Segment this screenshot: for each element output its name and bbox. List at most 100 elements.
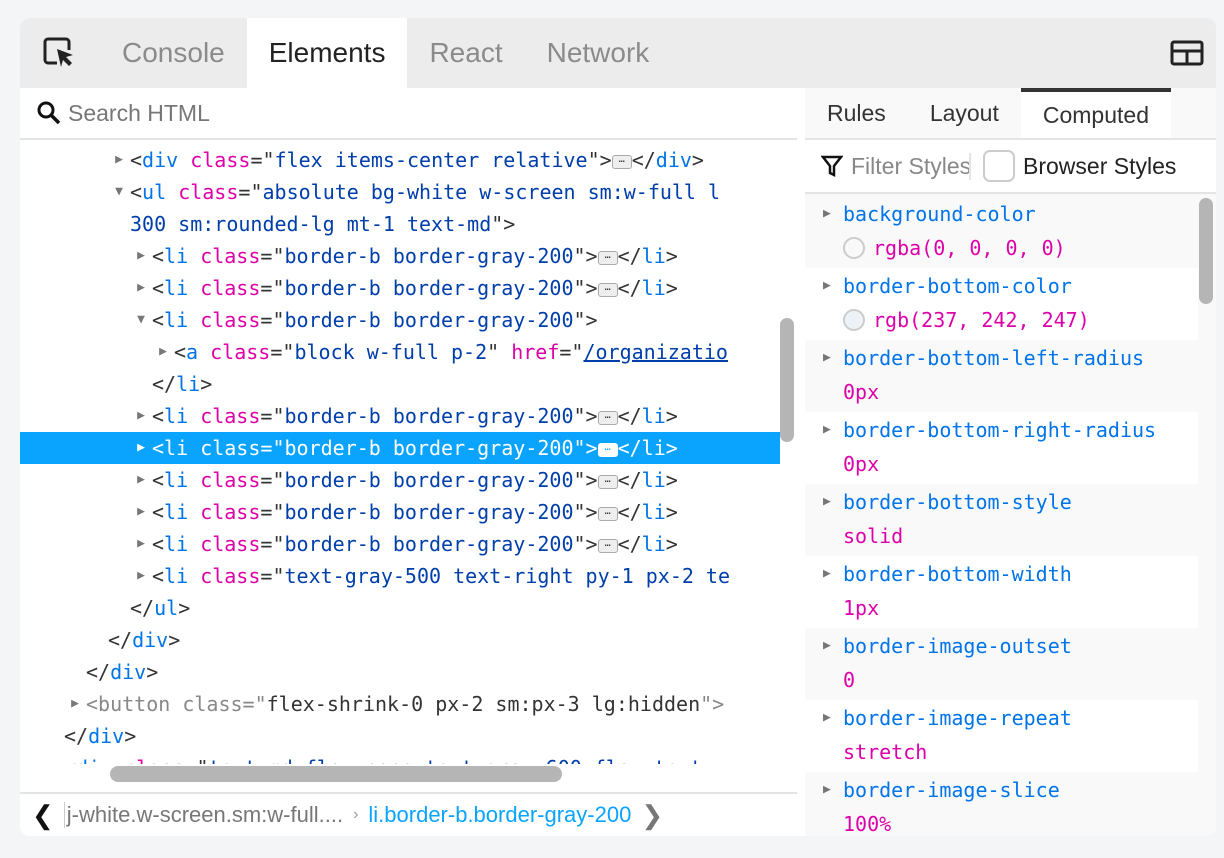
collapsed-children-badge[interactable]: …	[597, 506, 618, 521]
computed-property[interactable]: ▶ border-bottom-left-radius 0px	[805, 340, 1198, 412]
property-value-row: 0px	[843, 448, 1198, 480]
tab-network[interactable]: Network	[525, 18, 672, 88]
filter-styles-input[interactable]: Filter Styles	[851, 152, 971, 180]
expand-arrow-icon[interactable]: ▶	[823, 556, 831, 592]
computed-property[interactable]: ▶ border-image-repeat stretch	[805, 700, 1198, 772]
tree-node[interactable]: ▶ <a class="block w-full p-2" href="/orga…	[20, 336, 780, 368]
expand-arrow-icon[interactable]: ▶	[823, 340, 831, 376]
computed-property[interactable]: ▶ border-bottom-right-radius 0px	[805, 412, 1198, 484]
search-html-field[interactable]: Search HTML	[20, 88, 797, 140]
computed-property[interactable]: ▶ border-image-outset 0	[805, 628, 1198, 700]
tree-node[interactable]: </div>	[20, 720, 780, 752]
markup-token[interactable]: /organizatio	[583, 340, 728, 364]
collapsed-children-badge[interactable]: …	[597, 442, 618, 457]
tree-node[interactable]: ▶ <div class="flex items-center relative"…	[20, 144, 780, 176]
markup-token: 300 sm:rounded-lg mt-1 text-md	[130, 212, 492, 236]
expand-arrow-icon[interactable]: ▶	[134, 464, 148, 496]
tree-node[interactable]: </div>	[20, 624, 780, 656]
breadcrumb-item-current[interactable]: li.border-b.border-gray-200	[368, 802, 631, 828]
tree-node[interactable]: ▶ <li class="border-b border-gray-200">… <…	[20, 240, 780, 272]
color-swatch-icon[interactable]	[843, 309, 865, 331]
browser-styles-checkbox[interactable]	[983, 150, 1015, 182]
chevron-left-icon[interactable]: ❮	[32, 800, 54, 831]
markup-token	[166, 180, 178, 204]
expand-arrow-icon[interactable]: ▶	[134, 560, 148, 592]
tree-node[interactable]: ▶ <li class="border-b border-gray-200">… <…	[20, 496, 780, 528]
tree-node-selected[interactable]: ▶ <li class="border-b border-gray-200">… <…	[20, 432, 780, 464]
expand-arrow-icon[interactable]: ▶	[112, 144, 126, 176]
expand-arrow-icon[interactable]: ▶	[134, 400, 148, 432]
horizontal-scrollbar[interactable]	[110, 766, 562, 782]
tree-node[interactable]: ▶ <button class="flex-shrink-0 px-2 sm:px…	[20, 688, 780, 720]
expand-arrow-icon[interactable]: ▶	[134, 528, 148, 560]
tree-node[interactable]: ▶ <li class="border-b border-gray-200">… <…	[20, 528, 780, 560]
collapsed-children-badge[interactable]: …	[597, 410, 618, 425]
tree-node[interactable]: ▶ <div class="text-md flex-none text-gray…	[20, 752, 780, 764]
expand-arrow-icon[interactable]: ▶	[823, 196, 831, 232]
element-picker-button[interactable]	[20, 18, 100, 88]
expand-arrow-icon[interactable]: ▶	[156, 336, 170, 368]
expand-arrow-icon[interactable]: ▶	[134, 496, 148, 528]
tab-layout[interactable]: Layout	[908, 88, 1021, 138]
markup-token: </	[108, 628, 133, 652]
computed-property[interactable]: ▶ border-image-slice 100%	[805, 772, 1198, 836]
expand-arrow-icon[interactable]: ▶	[134, 272, 148, 304]
tree-node[interactable]: </ul>	[20, 592, 780, 624]
collapsed-children-badge[interactable]: …	[597, 250, 618, 265]
markup-token: border-b border-gray-200	[284, 468, 574, 492]
expand-arrow-icon[interactable]: ▶	[134, 432, 148, 464]
markup-token: div	[76, 756, 112, 764]
tab-react[interactable]: React	[407, 18, 524, 88]
markup-token: li	[164, 468, 189, 492]
tree-node[interactable]: ▼ <li class="border-b border-gray-200">	[20, 304, 780, 336]
collapse-arrow-icon[interactable]: ▼	[112, 176, 126, 208]
node-markup: <li class="border-b border-gray-200">… </…	[152, 496, 678, 528]
breadcrumb-item[interactable]: j-white.w-screen.sm:w-full....	[63, 802, 343, 828]
expand-arrow-icon[interactable]: ▶	[823, 412, 831, 448]
tree-node[interactable]: ▶ <li class="border-b border-gray-200">… <…	[20, 464, 780, 496]
collapsed-children-badge[interactable]: …	[597, 538, 618, 553]
layout-toggle-button[interactable]	[1170, 40, 1204, 71]
tree-node[interactable]: ▶ <li class="text-gray-500 text-right py-…	[20, 560, 780, 592]
tree-node[interactable]: </li>	[20, 368, 780, 400]
markup-tree[interactable]: ▶ <div class="flex items-center relative"…	[20, 144, 780, 764]
computed-property[interactable]: ▶ border-bottom-color rgb(237, 242, 247)	[805, 268, 1198, 340]
markup-token: >	[200, 372, 213, 396]
tab-console[interactable]: Console	[100, 18, 247, 88]
markup-token: li	[641, 404, 666, 428]
expand-arrow-icon[interactable]: ▶	[823, 268, 831, 304]
sidebar-scrollbar[interactable]	[1199, 198, 1213, 304]
computed-property[interactable]: ▶ border-bottom-width 1px	[805, 556, 1198, 628]
expand-arrow-icon[interactable]: ▶	[823, 628, 831, 664]
collapsed-children-badge[interactable]: …	[597, 474, 618, 489]
tab-computed[interactable]: Computed	[1020, 88, 1171, 138]
markup-token: ="	[260, 404, 285, 428]
markup-token: <button	[86, 692, 183, 716]
expand-arrow-icon[interactable]: ▶	[68, 688, 82, 720]
tree-node[interactable]: ▶ <li class="border-b border-gray-200">… <…	[20, 272, 780, 304]
markup-token: class	[200, 276, 261, 300]
chevron-right-icon[interactable]: ❯	[641, 800, 663, 831]
collapsed-children-badge[interactable]: …	[611, 154, 632, 169]
expand-arrow-icon[interactable]: ▶	[823, 700, 831, 736]
tree-node[interactable]: ▶ <li class="border-b border-gray-200">… <…	[20, 400, 780, 432]
expand-arrow-icon[interactable]: ▶	[134, 240, 148, 272]
tree-node[interactable]: </div>	[20, 656, 780, 688]
computed-property[interactable]: ▶ background-color rgba(0, 0, 0, 0)	[805, 196, 1198, 268]
expand-arrow-icon[interactable]: ▶	[46, 752, 60, 764]
tree-node[interactable]: 300 sm:rounded-lg mt-1 text-md">	[20, 208, 780, 240]
tab-rules[interactable]: Rules	[805, 88, 908, 138]
color-swatch-icon[interactable]	[843, 237, 865, 259]
expand-arrow-icon[interactable]: ▶	[823, 772, 831, 808]
collapsed-children-badge[interactable]: …	[597, 282, 618, 297]
expand-arrow-icon[interactable]: ▶	[823, 484, 831, 520]
markup-token: li	[164, 564, 189, 588]
collapse-arrow-icon[interactable]: ▼	[134, 304, 148, 336]
vertical-scrollbar[interactable]	[780, 318, 794, 442]
markup-token: class	[190, 148, 251, 172]
markup-token: block w-full p-2	[294, 340, 488, 364]
computed-property[interactable]: ▶ border-bottom-style solid	[805, 484, 1198, 556]
tree-node[interactable]: ▼ <ul class="absolute bg-white w-screen s…	[20, 176, 780, 208]
property-value-row: solid	[843, 520, 1198, 552]
tab-elements[interactable]: Elements	[246, 18, 408, 88]
